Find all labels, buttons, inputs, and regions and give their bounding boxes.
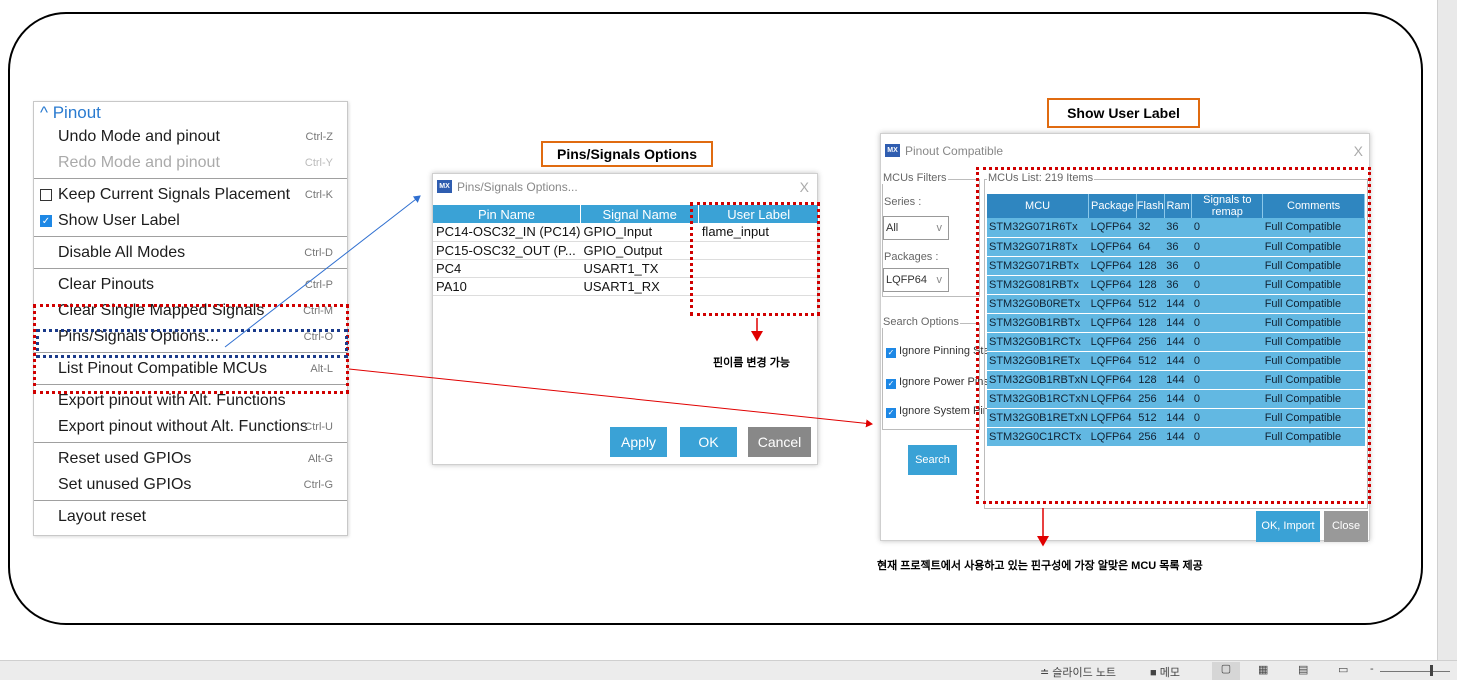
slideshow-icon[interactable]: ▭ [1338,663,1348,676]
reading-view-icon[interactable]: ▤ [1298,663,1308,676]
notes-icon: ≐ [1040,667,1053,679]
memo-icon: ■ [1150,667,1160,679]
zoom-slider[interactable] [1380,671,1450,672]
normal-view-icon[interactable]: ▢ [1212,662,1240,680]
slide-sorter-icon[interactable]: ▦ [1258,663,1268,676]
zoom-out-icon[interactable]: - [1370,663,1374,675]
memo-button[interactable]: ■ 메모 [1150,664,1180,680]
status-bar: ≐ 슬라이드 노트 ■ 메모 ▢ ▦ ▤ ▭ - [0,660,1457,680]
arrow-red [348,368,873,428]
zoom-slider-thumb[interactable] [1430,665,1433,676]
callout-arrows [224,195,1049,547]
slide-notes-button[interactable]: ≐ 슬라이드 노트 [1040,664,1116,680]
arrow-blue [224,195,421,348]
